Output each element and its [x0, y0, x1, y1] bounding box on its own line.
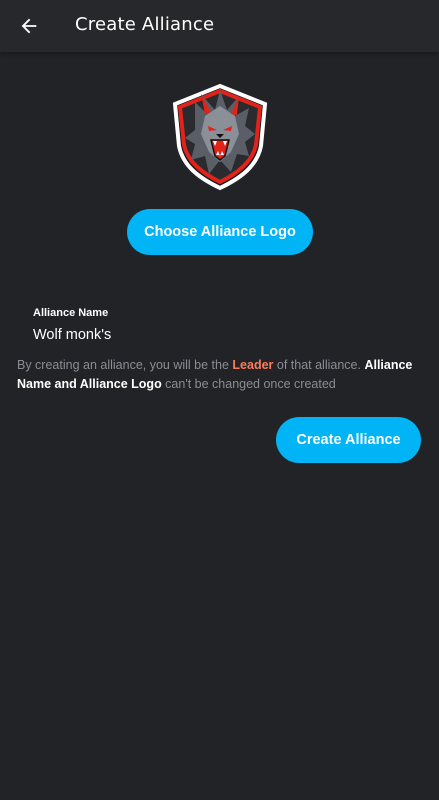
arrow-left-icon	[21, 18, 37, 34]
choose-alliance-logo-button[interactable]: Choose Alliance Logo	[127, 209, 313, 255]
info-text-part2: of that alliance.	[273, 358, 365, 372]
alliance-name-input[interactable]	[33, 325, 413, 345]
page-title: Create Alliance	[75, 14, 215, 35]
alliance-name-label: Alliance Name	[33, 307, 109, 319]
alliance-info-text: By creating an alliance, you will be the…	[17, 356, 427, 394]
back-button[interactable]	[14, 11, 44, 41]
app-bar: Create Alliance	[0, 0, 439, 52]
alliance-logo	[165, 80, 275, 192]
create-alliance-button[interactable]: Create Alliance	[276, 417, 421, 463]
wolf-emblem-logo	[172, 83, 268, 191]
info-text-part3: can't be changed once created	[161, 377, 336, 391]
info-text-part1: By creating an alliance, you will be the	[17, 358, 233, 372]
leader-highlight: Leader	[232, 358, 274, 372]
